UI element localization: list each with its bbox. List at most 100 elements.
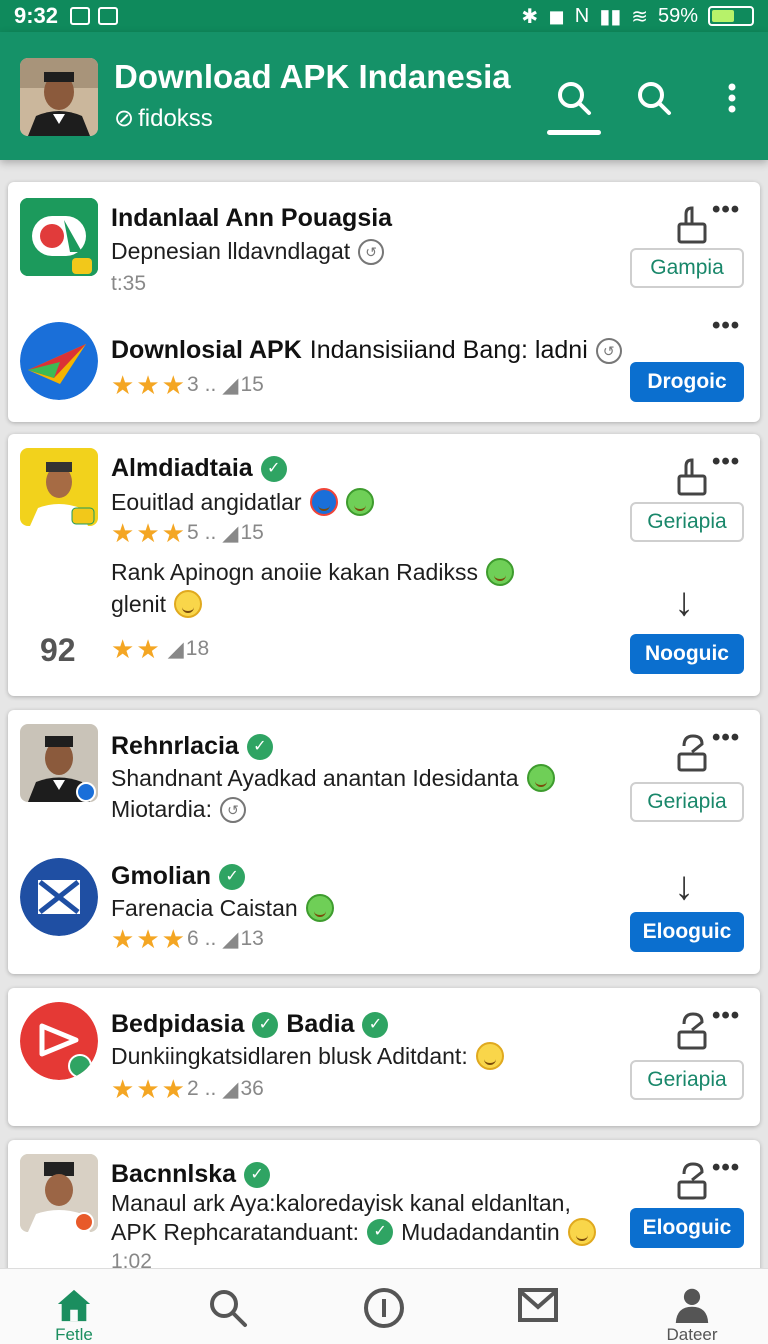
verified-icon: ✓ — [244, 1161, 271, 1188]
play-store-icon — [20, 322, 98, 400]
meta-separator: .. — [204, 1077, 217, 1100]
more-options-icon[interactable]: ••• — [712, 1154, 740, 1182]
star-icon: ★ — [111, 634, 135, 664]
lock-icon — [676, 456, 710, 500]
emoji-icon — [309, 488, 338, 516]
profile-avatar-icon — [20, 724, 98, 802]
comment-text: glenit — [111, 590, 166, 617]
app-name-text: Bedpidasia — [111, 1010, 245, 1038]
download-count: 36 — [240, 1077, 264, 1100]
more-options-icon[interactable]: ••• — [712, 724, 740, 752]
app-name[interactable]: Almdiadtaia ✓ — [111, 454, 287, 483]
download-button[interactable]: Drogoic — [630, 362, 744, 402]
rating: ★ ★ ★ 3 .. ◢ 15 — [111, 372, 264, 398]
nav-home[interactable]: Fetle — [34, 1287, 114, 1344]
channel-icon: ⊘ — [114, 105, 135, 132]
app-description: Manaul ark Aya:kaloredayisk kanal eldanl… — [111, 1190, 571, 1217]
reply-icon: ↺ — [219, 796, 246, 823]
app-description-text: APK Rephcaratanduant: — [111, 1218, 360, 1245]
list-item[interactable]: Rehnrlacia ✓ Shandnant Ayadkad anantan I… — [8, 710, 760, 842]
action-button[interactable]: Geriapia — [630, 1060, 744, 1100]
list-item[interactable]: Gmolian ✓ Farenacia Caistan ★ ★ ★ 6 .. ◢ 1… — [8, 842, 760, 974]
app-name[interactable]: Gmolian ✓ — [111, 862, 246, 891]
download-arrow-icon[interactable]: ↓ — [674, 864, 694, 909]
comment-text: Rank Apinogn anoiie kakan Radikss — [111, 558, 478, 585]
search-button-2[interactable] — [628, 72, 680, 124]
download-button[interactable]: Elooguic — [630, 912, 744, 952]
nav-home-label: Fetle — [55, 1325, 93, 1344]
star-icon: ★ — [161, 370, 185, 400]
app-name[interactable]: Downlosial APK Indansisiiand Bang: ladni… — [111, 336, 622, 365]
comment-line: glenit — [111, 590, 202, 618]
search-icon — [210, 1290, 247, 1327]
bluetooth-icon: ✱ — [521, 5, 539, 28]
app-description-text: Farenacia Caistan — [111, 894, 298, 921]
nav-messages[interactable] — [498, 1287, 578, 1344]
app-name-text: Rehnrlacia — [111, 732, 239, 760]
download-button[interactable]: Elooguic — [630, 1208, 744, 1248]
app-icon-red-green — [20, 198, 98, 276]
download-count: 18 — [185, 637, 210, 660]
star-icon: ★ — [136, 634, 160, 664]
star-icon: ★ — [161, 1074, 185, 1104]
more-options-icon[interactable]: ••• — [712, 196, 740, 224]
emoji-icon — [173, 590, 202, 618]
app-name[interactable]: Bedpidasia ✓ Badia ✓ — [111, 1010, 389, 1039]
star-icon: ★ — [161, 924, 185, 954]
app-meta: t:35 — [111, 272, 147, 295]
rating-count: 3 — [186, 373, 199, 396]
action-button[interactable]: Geriapia — [630, 502, 744, 542]
verified-icon: ✓ — [367, 1219, 394, 1245]
star-icon: ★ — [111, 1074, 135, 1104]
nav-profile[interactable]: Dateer — [652, 1287, 732, 1344]
nav-info[interactable] — [344, 1287, 424, 1344]
app-name[interactable]: Bacnnlska ✓ — [111, 1160, 271, 1189]
download-arrow-icon[interactable]: ↓ — [674, 580, 694, 625]
reply-icon: ↺ — [358, 238, 385, 265]
more-options-icon[interactable]: ••• — [712, 448, 740, 476]
more-options-icon[interactable]: ••• — [712, 312, 740, 340]
channel-name: fidokss — [138, 104, 213, 132]
emoji-icon — [526, 764, 555, 792]
nav-search[interactable] — [188, 1287, 268, 1344]
emoji-icon — [485, 558, 514, 586]
app-description-2: Miotardia: ↺ — [111, 796, 246, 823]
star-icon: ★ — [111, 370, 135, 400]
rating-count: 6 — [186, 927, 199, 950]
action-button[interactable]: Geriapia — [630, 782, 744, 822]
more-options-icon[interactable]: ••• — [712, 1002, 740, 1030]
app-name[interactable]: Rehnrlacia ✓ — [111, 732, 273, 761]
person-icon — [675, 1288, 709, 1323]
search-button[interactable] — [548, 72, 600, 124]
list-item[interactable]: Bacnnlska ✓ Manaul ark Aya:kaloredayisk … — [8, 1140, 760, 1280]
page-title: Download APK Indanesia — [114, 58, 511, 95]
star-icon: ★ — [136, 1074, 160, 1104]
overflow-menu-button[interactable] — [706, 72, 758, 124]
app-description: Dunkiingkatsidlaren blusk Aditdant: — [111, 1042, 504, 1070]
download-button[interactable]: Nooguic — [630, 634, 744, 674]
lock-icon — [676, 732, 710, 776]
star-icon: ★ — [111, 518, 135, 548]
action-button[interactable]: Gampia — [630, 248, 744, 288]
emoji-icon — [345, 488, 374, 516]
avatar[interactable] — [20, 58, 98, 136]
list-item[interactable]: Bedpidasia ✓ Badia ✓ Dunkiingkatsidlaren… — [8, 988, 760, 1126]
meta-separator: .. — [204, 373, 217, 396]
list-item[interactable]: Almdiadtaia ✓ Eouitlad angidatlar ★ ★ ★ 5 … — [8, 434, 760, 554]
list-item[interactable]: Downlosial APK Indansisiiand Bang: ladni… — [8, 302, 760, 422]
rating: ★ ★ ★ 5 .. ◢ 15 — [111, 520, 264, 546]
list-item[interactable]: Rank Apinogn anoiie kakan Radikss glenit… — [8, 554, 760, 696]
app-card: Rehnrlacia ✓ Shandnant Ayadkad anantan I… — [8, 710, 760, 974]
download-count: 13 — [240, 927, 264, 950]
app-description-2: APK Rephcaratanduant: ✓ Mudadandantin — [111, 1218, 596, 1246]
profile-yellow-icon — [20, 448, 98, 526]
channel-subtitle: ⊘ fidokss — [114, 104, 213, 133]
app-description: Depnesian lldavndlagat ↺ — [111, 238, 385, 265]
tag-icon: ◢ — [222, 373, 239, 397]
reply-icon: ↺ — [595, 337, 622, 364]
tag-icon: ◢ — [222, 1077, 239, 1101]
list-item[interactable]: Indanlaal Ann Pouagsia Depnesian lldavnd… — [8, 182, 760, 302]
signal-icon: ▮▮ — [599, 5, 622, 28]
app-name[interactable]: Indanlaal Ann Pouagsia — [111, 204, 392, 233]
lock-icon — [676, 1010, 710, 1054]
